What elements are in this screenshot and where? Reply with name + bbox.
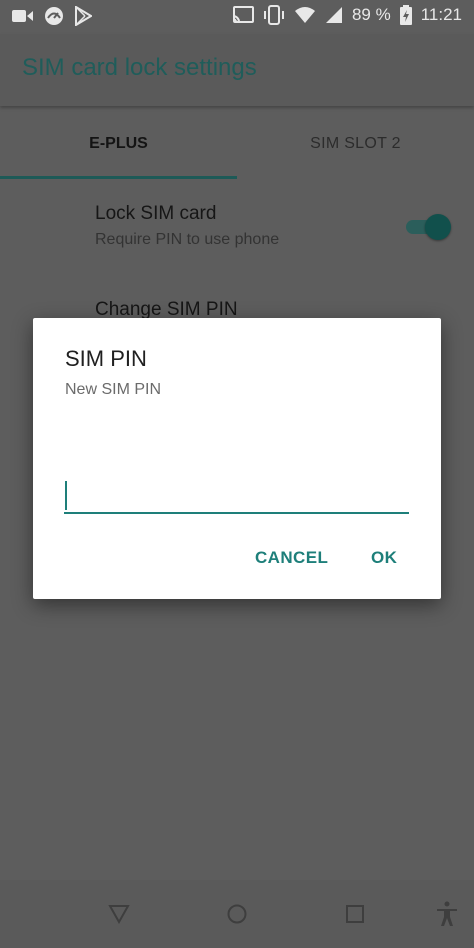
sim-tabs: E-PLUS SIM SLOT 2: [0, 108, 474, 180]
accessibility-icon: [437, 901, 457, 926]
status-left: [12, 6, 92, 26]
lock-sim-card-title: Lock SIM card: [95, 203, 217, 224]
signal-icon: [325, 6, 343, 24]
lock-sim-card-setting[interactable]: Lock SIM card Require PIN to use phone: [95, 203, 279, 249]
home-button[interactable]: [207, 880, 267, 948]
home-icon: [227, 904, 247, 924]
cancel-button[interactable]: CANCEL: [255, 548, 328, 568]
battery-charging-icon: [399, 5, 412, 25]
status-right: 89 % 11:21: [232, 5, 462, 25]
battery-percent: 89 %: [351, 5, 391, 24]
lock-sim-card-switch[interactable]: [404, 213, 451, 241]
dialog-message: New SIM PIN: [65, 381, 162, 398]
tab-e-plus[interactable]: E-PLUS: [0, 108, 237, 180]
tab-sim-slot-2[interactable]: SIM SLOT 2: [237, 108, 474, 180]
tab-indicator: [0, 176, 237, 179]
play-store-icon: [74, 6, 92, 26]
recents-icon: [346, 905, 364, 923]
dialog-title: SIM PIN: [65, 346, 147, 371]
back-button[interactable]: [89, 880, 149, 948]
accessibility-button[interactable]: [417, 880, 474, 948]
vibrate-icon: [263, 5, 285, 25]
sim-pin-input[interactable]: [64, 478, 409, 514]
clock: 11:21: [420, 5, 462, 24]
sim-pin-dialog: SIM PIN New SIM PIN CANCEL OK: [33, 318, 441, 599]
status-bar: 89 % 11:21: [0, 0, 474, 34]
navigation-bar: [0, 880, 474, 948]
video-camera-icon: [12, 8, 34, 24]
cast-icon: [232, 6, 254, 24]
text-cursor: [65, 481, 67, 510]
speedometer-icon: [44, 6, 64, 26]
wifi-icon: [294, 6, 316, 24]
switch-thumb: [425, 214, 451, 240]
screen: 89 % 11:21 SIM card lock settings E-PLUS…: [0, 0, 474, 948]
lock-sim-card-summary: Require PIN to use phone: [95, 231, 280, 248]
app-bar: SIM card lock settings: [0, 34, 474, 106]
recents-button[interactable]: [325, 880, 385, 948]
back-icon: [108, 905, 130, 924]
ok-button[interactable]: OK: [371, 548, 397, 568]
page-title: SIM card lock settings: [22, 54, 257, 81]
